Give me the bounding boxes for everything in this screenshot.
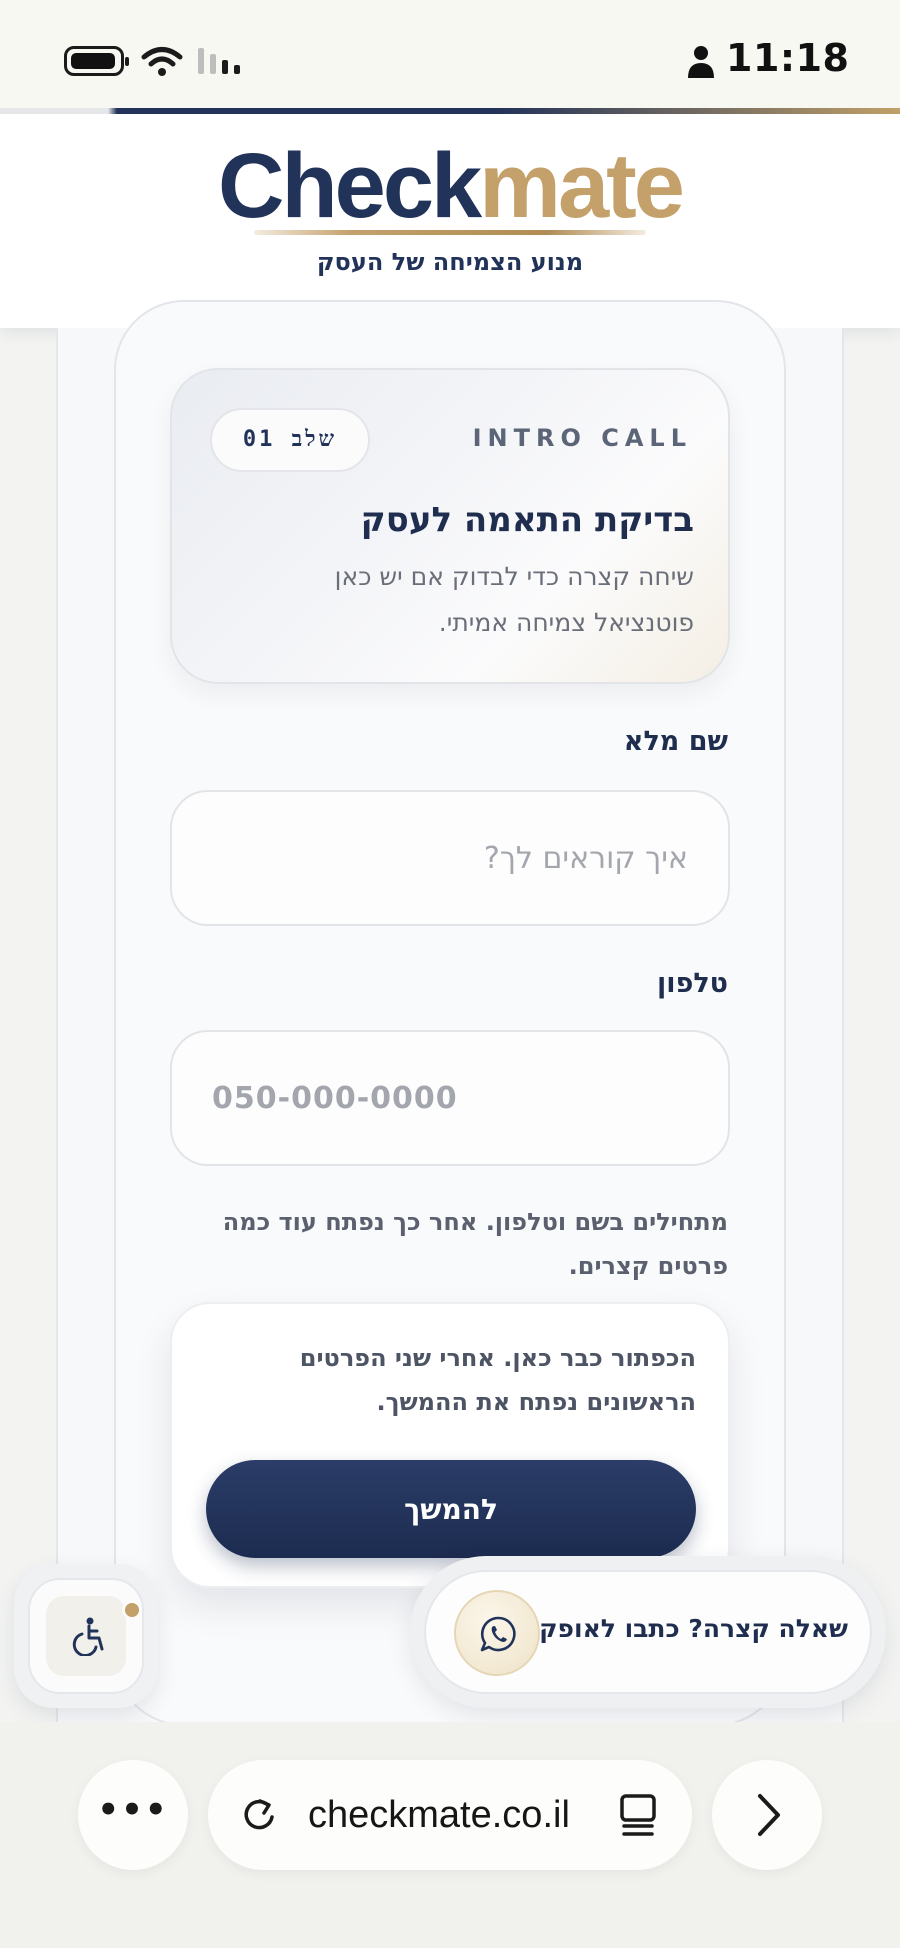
phone-label: טלפון: [657, 968, 728, 999]
whatsapp-chat-inner: שאלה קצרה? כתבו לאופק: [424, 1570, 872, 1694]
whatsapp-icon-circle: [454, 1590, 540, 1676]
full-name-input[interactable]: [170, 790, 730, 926]
step-badge: שלב 01: [210, 408, 370, 472]
status-time: 11:18: [726, 36, 850, 80]
notification-dot: [122, 1600, 142, 1620]
name-label: שם מלא: [623, 726, 728, 757]
logo-text-check: Check: [218, 135, 482, 237]
person-icon: [688, 46, 714, 78]
more-button[interactable]: •••: [78, 1760, 188, 1870]
step-label: INTRO CALL: [472, 424, 692, 452]
chevron-right-icon: [758, 1794, 780, 1836]
battery-icon: [64, 46, 129, 76]
whatsapp-chat-button[interactable]: שאלה קצרה? כתבו לאופק: [410, 1556, 886, 1708]
reload-icon[interactable]: [238, 1793, 282, 1837]
checkmate-logo[interactable]: Checkmate: [0, 134, 900, 239]
continue-button[interactable]: להמשך: [206, 1460, 696, 1558]
address-bar[interactable]: checkmate.co.il: [208, 1760, 692, 1870]
form-hint: מתחילים בשם וטלפון. אחר כך נפתח עוד כמה …: [222, 1208, 728, 1280]
whatsapp-icon: [480, 1616, 516, 1652]
step-title: בדיקת התאמה לעסק: [360, 500, 694, 540]
logo-underline: [254, 230, 646, 235]
more-icon: •••: [97, 1790, 169, 1830]
whatsapp-chat-label: שאלה קצרה? כתבו לאופק: [539, 1614, 848, 1643]
accessibility-icon: [72, 1617, 104, 1656]
browser-toolbar: ••• checkmate.co.il: [0, 1722, 900, 1948]
reader-mode-icon[interactable]: [616, 1792, 660, 1840]
step-card: שלב 01 INTRO CALL בדיקת התאמה לעסק שיחה …: [170, 368, 730, 684]
logo-text-mate: mate: [479, 135, 685, 237]
wifi-icon: [141, 47, 183, 76]
url-text: checkmate.co.il: [308, 1794, 570, 1836]
forward-button[interactable]: [712, 1760, 822, 1870]
accessibility-button[interactable]: [14, 1564, 158, 1708]
accessibility-button-inner: [28, 1578, 144, 1694]
continue-card: הכפתור כבר כאן. אחרי שני הפרטים הראשונים…: [170, 1302, 730, 1588]
tagline: מנוע הצמיחה של העסק: [316, 248, 584, 276]
cellular-signal-icon: [198, 48, 240, 74]
continue-note: הכפתור כבר כאן. אחרי שני הפרטים הראשונים…: [299, 1344, 696, 1416]
phone-input[interactable]: [170, 1030, 730, 1166]
site-header: Checkmate מנוע הצמיחה של העסק: [0, 114, 900, 328]
step-description: שיחה קצרה כדי לבדוק אם יש כאן פוטנציאל צ…: [334, 562, 694, 637]
status-bar: 11:18: [0, 0, 900, 110]
accessibility-button-core: [46, 1596, 126, 1676]
